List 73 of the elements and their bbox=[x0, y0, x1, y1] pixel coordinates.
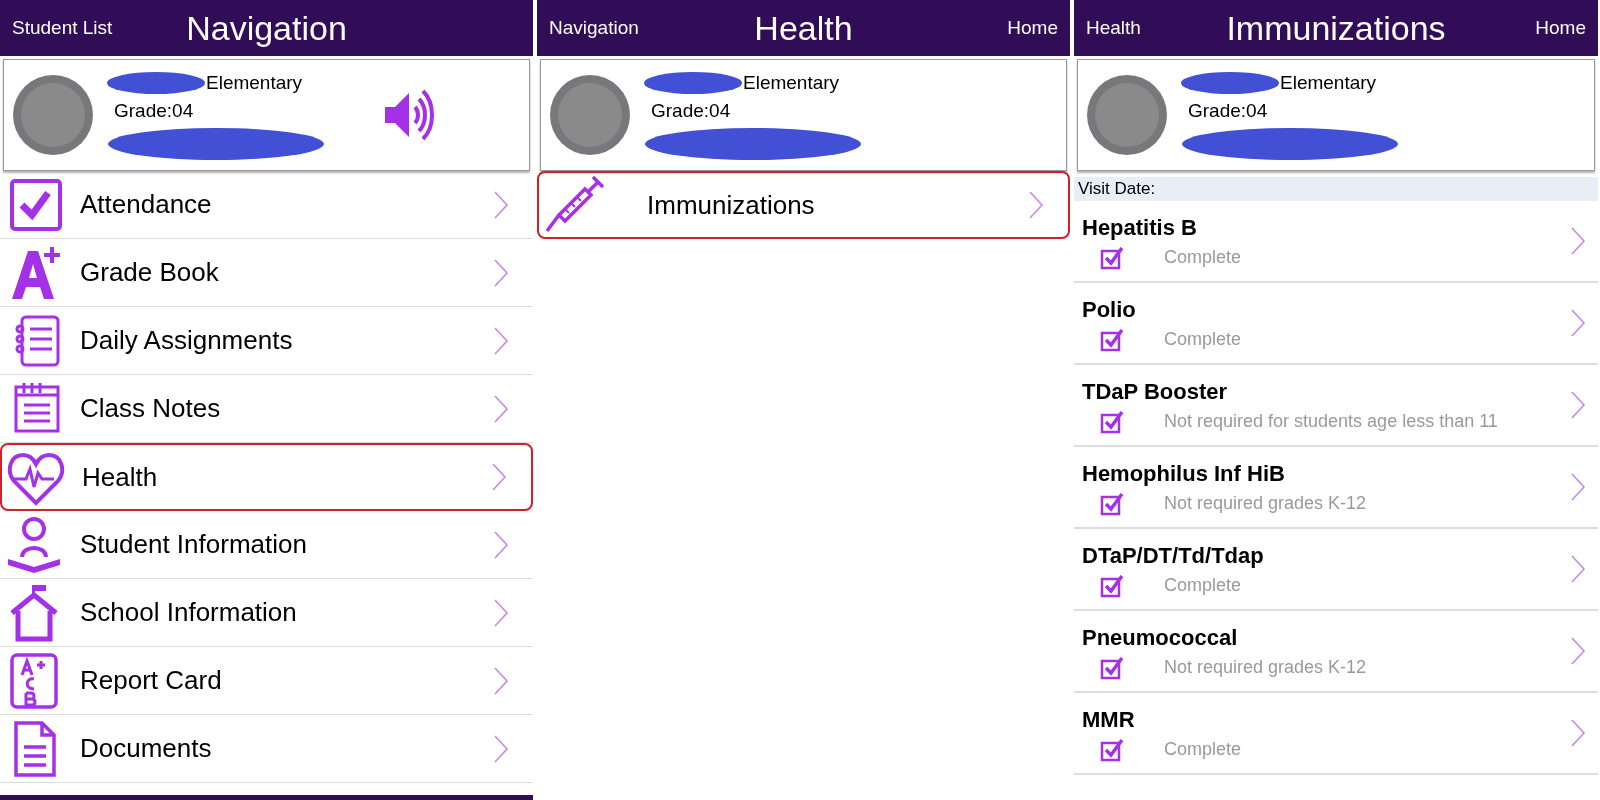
menu-label: Student Information bbox=[80, 528, 308, 561]
menu-item[interactable]: Student Information bbox=[0, 511, 533, 579]
status-text: Not required for students age less than 11 bbox=[1164, 410, 1498, 433]
immunization-row[interactable]: MMR Complete bbox=[1074, 693, 1598, 775]
chevron-icon bbox=[1570, 390, 1586, 420]
status-text: Not required grades K-12 bbox=[1164, 492, 1367, 515]
menu-label: Attendance bbox=[80, 188, 213, 221]
chevron-icon bbox=[1028, 190, 1044, 220]
back-link[interactable]: Student List bbox=[12, 13, 142, 43]
back-link[interactable]: Health bbox=[1086, 13, 1216, 43]
screen-title: Navigation bbox=[186, 7, 347, 49]
menu-item[interactable]: Grade Book bbox=[0, 239, 533, 307]
back-link[interactable]: Navigation bbox=[549, 13, 679, 43]
chevron-icon bbox=[1570, 636, 1586, 666]
vaccine-name: Hemophilus Inf HiB bbox=[1082, 460, 1286, 488]
grade-label: Grade:04 bbox=[114, 99, 195, 123]
menu-item[interactable]: Documents bbox=[0, 715, 533, 783]
status-text: Complete bbox=[1164, 738, 1242, 761]
chevron-icon bbox=[1570, 472, 1586, 502]
status-text: Not required grades K-12 bbox=[1164, 656, 1367, 679]
menu-label: Grade Book bbox=[80, 256, 220, 289]
chevron-icon bbox=[1570, 226, 1586, 256]
school-name: Elementary bbox=[206, 70, 303, 95]
chevron-icon bbox=[491, 462, 507, 492]
screen-title: Health bbox=[754, 7, 853, 49]
status-text: Complete bbox=[1164, 574, 1242, 597]
immunization-row[interactable]: Hepatitis B Complete bbox=[1074, 201, 1598, 283]
vaccine-name: Pneumococcal bbox=[1082, 624, 1239, 652]
vaccine-name: MMR bbox=[1082, 706, 1136, 734]
chevron-icon bbox=[493, 189, 509, 220]
menu-label: Documents bbox=[80, 732, 213, 765]
immunization-row[interactable]: Hemophilus Inf HiB Not required grades K-12 bbox=[1074, 447, 1598, 529]
menu-label: Daily Assignments bbox=[80, 324, 294, 357]
chevron-icon bbox=[493, 529, 509, 560]
menu-label: School Information bbox=[80, 596, 298, 629]
visit-date-label: Visit Date: bbox=[1078, 178, 1156, 201]
grade-label: Grade:04 bbox=[651, 99, 732, 123]
chevron-icon bbox=[1570, 308, 1586, 338]
vaccine-name: DTaP/DT/Td/Tdap bbox=[1082, 542, 1265, 570]
school-name: Elementary bbox=[743, 70, 840, 95]
vaccine-name: Hepatitis B bbox=[1082, 214, 1198, 242]
menu-item[interactable]: School Information bbox=[0, 579, 533, 647]
menu-item[interactable]: Health bbox=[0, 443, 533, 511]
immunization-row[interactable]: Pneumococcal Not required grades K-12 bbox=[1074, 611, 1598, 693]
home-link[interactable]: Home bbox=[1535, 13, 1586, 43]
chevron-icon bbox=[493, 665, 509, 696]
status-text: Complete bbox=[1164, 246, 1242, 269]
menu-item[interactable]: Attendance bbox=[0, 171, 533, 239]
menu-label: Report Card bbox=[80, 664, 223, 697]
chevron-icon bbox=[493, 597, 509, 628]
immunization-row[interactable]: DTaP/DT/Td/Tdap Complete bbox=[1074, 529, 1598, 611]
screen-title: Immunizations bbox=[1226, 7, 1446, 49]
vaccine-name: TDaP Booster bbox=[1082, 378, 1229, 406]
menu-item[interactable]: Daily Assignments bbox=[0, 307, 533, 375]
chevron-icon bbox=[493, 325, 509, 356]
immunization-row[interactable]: TDaP Booster Not required for students age less than 11 bbox=[1074, 365, 1598, 447]
status-text: Complete bbox=[1164, 328, 1242, 351]
chevron-icon bbox=[1570, 718, 1586, 748]
menu-item[interactable]: Class Notes bbox=[0, 375, 533, 443]
chevron-icon bbox=[493, 257, 509, 288]
home-link[interactable]: Home bbox=[1007, 13, 1058, 43]
menu-item[interactable]: Immunizations bbox=[537, 171, 1070, 239]
menu-label: Class Notes bbox=[80, 392, 222, 425]
school-name: Elementary bbox=[1280, 70, 1377, 95]
menu-label: Health bbox=[82, 460, 159, 494]
chevron-icon bbox=[493, 393, 509, 424]
menu-item[interactable]: Report Card bbox=[0, 647, 533, 715]
chevron-icon bbox=[1570, 554, 1586, 584]
grade-label: Grade:04 bbox=[1188, 99, 1269, 123]
immunization-row[interactable]: Polio Complete bbox=[1074, 283, 1598, 365]
vaccine-name: Polio bbox=[1082, 296, 1137, 324]
menu-label: Immunizations bbox=[647, 188, 816, 222]
chevron-icon bbox=[493, 733, 509, 764]
